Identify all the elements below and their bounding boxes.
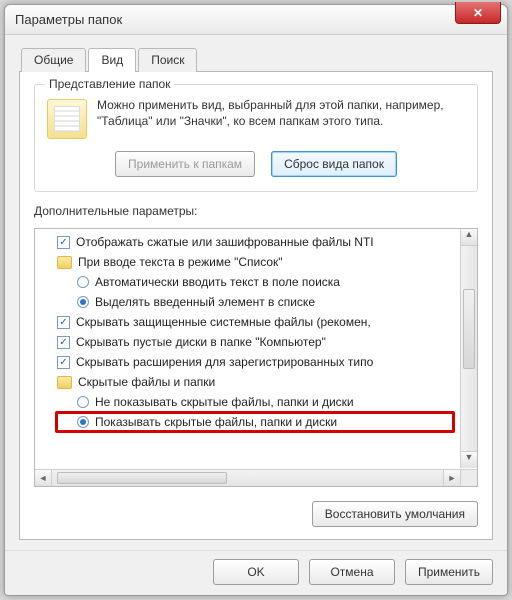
group-description-row: Можно применить вид, выбранный для этой … xyxy=(47,97,465,139)
option-label: Скрывать защищенные системные файлы (рек… xyxy=(76,315,371,329)
radio-icon[interactable] xyxy=(77,416,89,428)
close-icon: ✕ xyxy=(473,6,483,20)
checkbox-icon[interactable] xyxy=(57,336,70,349)
reset-folders-button[interactable]: Сброс вида папок xyxy=(271,151,397,177)
option-label: Скрытые файлы и папки xyxy=(78,375,215,389)
folder-icon xyxy=(47,99,87,139)
checkbox-icon[interactable] xyxy=(57,236,70,249)
tab-search[interactable]: Поиск xyxy=(138,48,197,72)
folder-options-dialog: Параметры папок ✕ Общие Вид Поиск Предст… xyxy=(4,4,508,596)
group-buttons: Применить к папкам Сброс вида папок xyxy=(47,151,465,177)
option-search-highlight[interactable]: Выделять введенный элемент в списке xyxy=(39,292,475,312)
cancel-button[interactable]: Отмена xyxy=(309,559,395,585)
tree-viewport[interactable]: Отображать сжатые или зашифрованные файл… xyxy=(35,229,477,486)
option-dont-show-hidden[interactable]: Не показывать скрытые файлы, папки и дис… xyxy=(39,392,475,412)
titlebar[interactable]: Параметры папок ✕ xyxy=(5,5,507,35)
option-hide-protected[interactable]: Скрывать защищенные системные файлы (рек… xyxy=(39,312,475,332)
option-label: При вводе текста в режиме "Список" xyxy=(78,255,283,269)
horizontal-scrollbar[interactable]: ◄ ► xyxy=(35,469,460,486)
radio-icon[interactable] xyxy=(77,276,89,288)
apply-to-folders-button[interactable]: Применить к папкам xyxy=(115,151,255,177)
checkbox-icon[interactable] xyxy=(57,356,70,369)
scroll-down-icon[interactable]: ▼ xyxy=(461,451,477,468)
tab-general[interactable]: Общие xyxy=(21,48,86,72)
window-title: Параметры папок xyxy=(15,12,122,27)
scroll-up-icon[interactable]: ▲ xyxy=(461,229,477,246)
vertical-scrollbar[interactable]: ▲ ▼ xyxy=(460,229,477,468)
option-show-hidden[interactable]: Показывать скрытые файлы, папки и диски xyxy=(39,412,475,432)
option-label: Автоматически вводить текст в поле поиск… xyxy=(95,275,340,289)
option-label: Скрывать пустые диски в папке "Компьютер… xyxy=(76,335,326,349)
scroll-left-icon[interactable]: ◄ xyxy=(35,470,52,486)
option-hidden-files-group: Скрытые файлы и папки xyxy=(39,372,475,392)
ok-button[interactable]: OK xyxy=(213,559,299,585)
scroll-corner xyxy=(460,469,477,486)
option-label: Не показывать скрытые файлы, папки и дис… xyxy=(95,395,354,409)
option-hide-empty[interactable]: Скрывать пустые диски в папке "Компьютер… xyxy=(39,332,475,352)
option-search-auto[interactable]: Автоматически вводить текст в поле поиск… xyxy=(39,272,475,292)
tab-panel-view: Представление папок Можно применить вид,… xyxy=(19,71,493,540)
option-label: Отображать сжатые или зашифрованные файл… xyxy=(76,235,374,249)
restore-defaults-button[interactable]: Восстановить умолчания xyxy=(312,501,478,527)
tab-strip: Общие Вид Поиск xyxy=(21,47,493,71)
client-area: Общие Вид Поиск Представление папок Можн… xyxy=(5,35,507,550)
advanced-label: Дополнительные параметры: xyxy=(34,204,478,218)
restore-row: Восстановить умолчания xyxy=(34,501,478,527)
folder-icon xyxy=(57,256,72,269)
option-label: Скрывать расширения для зарегистрированн… xyxy=(76,355,373,369)
apply-button[interactable]: Применить xyxy=(405,559,493,585)
dialog-buttons: OK Отмена Применить xyxy=(5,550,507,595)
checkbox-icon[interactable] xyxy=(57,316,70,329)
option-label: Показывать скрытые файлы, папки и диски xyxy=(95,415,337,429)
scroll-thumb[interactable] xyxy=(463,289,475,369)
scroll-thumb[interactable] xyxy=(57,472,227,484)
group-legend: Представление папок xyxy=(45,77,174,91)
folder-views-group: Представление папок Можно применить вид,… xyxy=(34,84,478,192)
folder-icon xyxy=(57,376,72,389)
radio-icon[interactable] xyxy=(77,396,89,408)
option-hide-ext[interactable]: Скрывать расширения для зарегистрированн… xyxy=(39,352,475,372)
option-show-compressed[interactable]: Отображать сжатые или зашифрованные файл… xyxy=(39,232,475,252)
group-description: Можно применить вид, выбранный для этой … xyxy=(97,97,465,129)
option-label: Выделять введенный элемент в списке xyxy=(95,295,315,309)
close-button[interactable]: ✕ xyxy=(455,2,501,24)
radio-icon[interactable] xyxy=(77,296,89,308)
advanced-settings-tree: Отображать сжатые или зашифрованные файл… xyxy=(34,228,478,487)
option-search-mode-group: При вводе текста в режиме "Список" xyxy=(39,252,475,272)
tab-view[interactable]: Вид xyxy=(88,48,136,72)
scroll-right-icon[interactable]: ► xyxy=(443,470,460,486)
